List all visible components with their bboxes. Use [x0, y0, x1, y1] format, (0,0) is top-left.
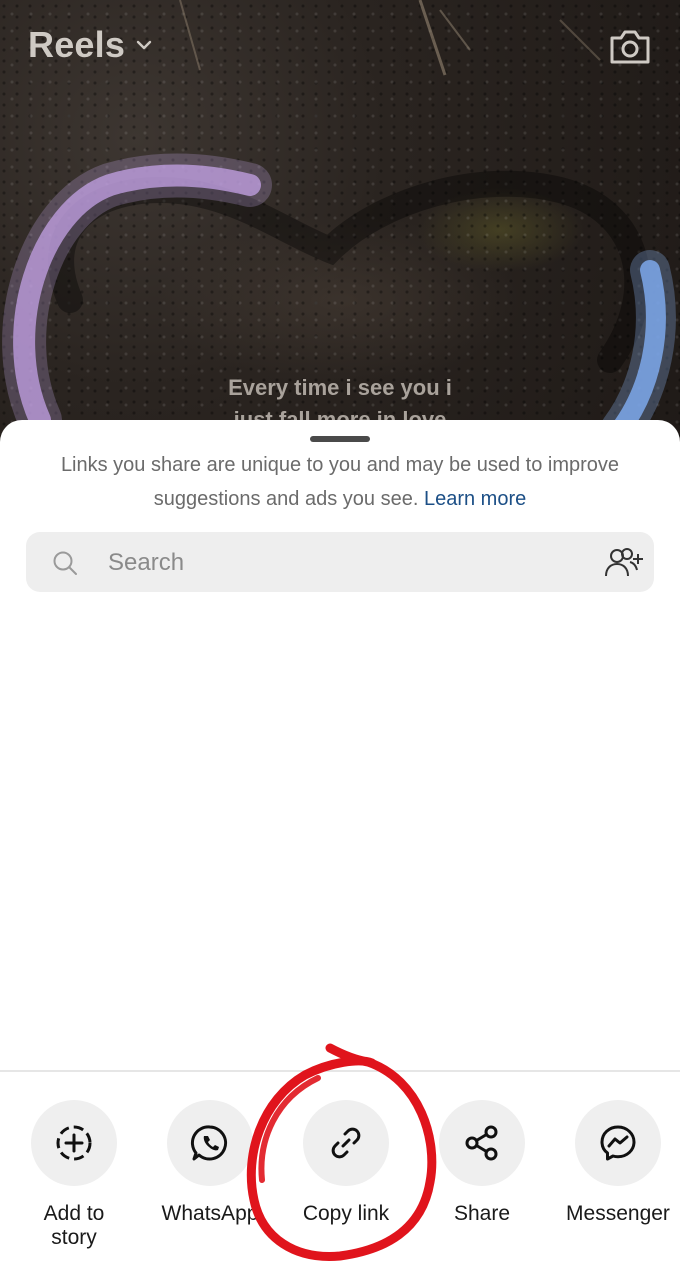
messenger-icon — [600, 1125, 636, 1161]
search-input[interactable] — [106, 532, 590, 594]
messenger-button[interactable] — [575, 1100, 661, 1186]
share-target-whatsapp[interactable]: WhatsApp — [142, 1100, 278, 1226]
learn-more-link[interactable]: Learn more — [424, 488, 526, 510]
sheet-drag-handle[interactable] — [310, 436, 370, 442]
whatsapp-button[interactable] — [167, 1100, 253, 1186]
reels-header[interactable]: Reels — [28, 24, 153, 66]
share-target-messenger[interactable]: Messenger — [550, 1100, 680, 1226]
share-sheet: Links you share are unique to you and ma… — [0, 420, 680, 1280]
link-icon — [331, 1127, 361, 1159]
add-people-icon[interactable] — [604, 546, 644, 580]
search-bar — [26, 532, 654, 594]
add-story-label: Add to story — [43, 1202, 105, 1249]
add-story-icon — [56, 1125, 92, 1161]
whatsapp-label: WhatsApp — [161, 1202, 259, 1225]
share-notice: Links you share are unique to you and ma… — [24, 448, 656, 516]
camera-icon[interactable] — [608, 26, 652, 66]
reel-video-background: Reels Every time i see you i just fall m… — [0, 0, 680, 460]
reels-title: Reels — [28, 24, 126, 65]
copy-link-button[interactable] — [303, 1100, 389, 1186]
share-target-copy-link[interactable]: Copy link — [278, 1100, 414, 1226]
share-targets: Add to story WhatsApp Copy link Share Me… — [0, 1100, 680, 1270]
share-label: Share — [453, 1202, 511, 1225]
share-row-divider — [0, 1070, 680, 1072]
search-icon — [53, 551, 77, 575]
messenger-label: Messenger — [566, 1202, 670, 1225]
chevron-down-icon — [136, 40, 152, 50]
copy-link-label: Copy link — [302, 1202, 390, 1225]
share-button[interactable] — [439, 1100, 525, 1186]
share-target-share[interactable]: Share — [414, 1100, 550, 1226]
caption-line-1: Every time i see you i — [228, 375, 452, 400]
whatsapp-icon — [190, 1125, 228, 1161]
share-icon — [465, 1125, 498, 1161]
add-story-button[interactable] — [31, 1100, 117, 1186]
share-target-add-to-story[interactable]: Add to story — [6, 1100, 142, 1250]
notice-text: Links you share are unique to you and ma… — [60, 454, 620, 510]
